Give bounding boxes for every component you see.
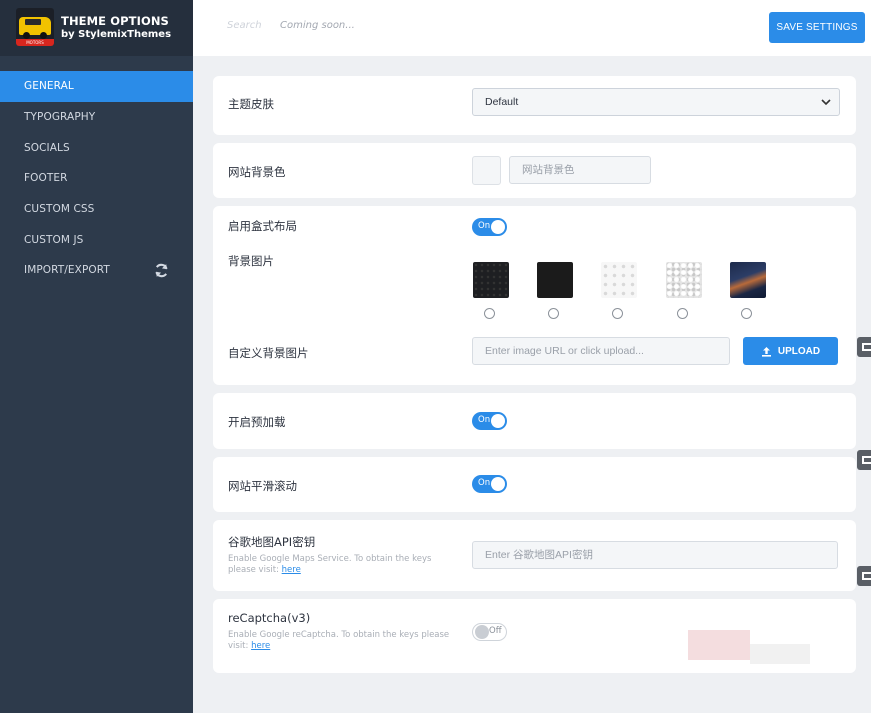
setting-label: reCaptcha(v3) [228, 611, 311, 625]
setting-smooth-scroll-card: 网站平滑滚动 On [213, 457, 856, 512]
sidebar-item-typography[interactable]: TYPOGRAPHY [0, 102, 193, 133]
brand-header: MOTORS THEME OPTIONS by StylemixThemes [0, 0, 193, 56]
sidebar-item-label: SOCIALS [24, 141, 70, 154]
toggle-text: On [478, 478, 491, 488]
setting-preloader-card: 开启预加载 On [213, 393, 856, 449]
setting-help: Enable Google Maps Service. To obtain th… [228, 554, 458, 576]
top-bar: Search Coming soon... SAVE SETTINGS [193, 0, 871, 56]
recaptcha-toggle[interactable]: Off [472, 623, 507, 641]
setting-label: 网站平滑滚动 [228, 479, 297, 493]
setting-label: 网站背景色 [228, 165, 286, 179]
setting-help: Enable Google reCaptcha. To obtain the k… [228, 630, 458, 652]
bg-pattern-1[interactable] [473, 262, 509, 298]
sidebar-item-label: GENERAL [24, 80, 74, 93]
setting-label: 自定义背景图片 [228, 346, 309, 360]
sidebar-item-custom-js[interactable]: CUSTOM JS [0, 224, 193, 255]
chevron-down-icon [821, 99, 831, 106]
toggle-text: On [478, 221, 491, 231]
setting-label: 谷歌地图API密钥 [228, 535, 316, 549]
toggle-text: On [478, 415, 491, 425]
color-swatch[interactable] [472, 156, 501, 185]
sidebar: MOTORS THEME OPTIONS by StylemixThemes G… [0, 0, 193, 713]
help-link[interactable]: here [282, 565, 301, 575]
brand-logo: MOTORS [16, 8, 54, 46]
sidebar-nav: GENERAL TYPOGRAPHY SOCIALS FOOTER CUSTOM… [0, 71, 193, 286]
edge-tab-2[interactable] [857, 450, 871, 470]
skin-select-value: Default [485, 96, 519, 108]
sidebar-item-label: CUSTOM JS [24, 233, 84, 246]
bg-pattern-radio-5[interactable] [741, 308, 752, 319]
upload-icon [761, 346, 771, 357]
bg-pattern-radio-3[interactable] [612, 308, 623, 319]
blurred-region [688, 630, 750, 660]
bg-pattern-radio-1[interactable] [484, 308, 495, 319]
setting-bg-color-card: 网站背景色 网站背景色 [213, 143, 856, 198]
search-label: Search [227, 20, 262, 31]
setting-label: 主题皮肤 [228, 97, 274, 111]
logo-strip: MOTORS [16, 39, 54, 46]
bg-pattern-4[interactable] [666, 262, 702, 298]
sidebar-item-label: FOOTER [24, 172, 68, 185]
setting-label: 启用盒式布局 [228, 219, 297, 233]
setting-label: 开启预加载 [228, 415, 286, 429]
help-link[interactable]: here [251, 641, 270, 651]
bg-pattern-radio-2[interactable] [548, 308, 559, 319]
brand-title: THEME OPTIONS [61, 14, 169, 28]
sidebar-item-label: CUSTOM CSS [24, 203, 95, 216]
bg-pattern-radio-4[interactable] [677, 308, 688, 319]
bg-color-input[interactable]: 网站背景色 [509, 156, 651, 184]
upload-label: UPLOAD [777, 345, 821, 357]
status-text: Coming soon... [280, 20, 355, 31]
sidebar-item-footer[interactable]: FOOTER [0, 163, 193, 194]
sidebar-item-label: TYPOGRAPHY [24, 111, 96, 124]
sidebar-item-label: IMPORT/EXPORT [24, 264, 110, 277]
setting-gmap-card: 谷歌地图API密钥 Enable Google Maps Service. To… [213, 520, 856, 591]
gmap-api-key-input[interactable]: Enter 谷歌地图API密钥 [472, 541, 838, 569]
sidebar-item-import-export[interactable]: IMPORT/EXPORT [0, 255, 193, 286]
blurred-region [750, 644, 810, 664]
save-settings-button[interactable]: SAVE SETTINGS [769, 12, 865, 43]
brand-subtitle: by StylemixThemes [61, 29, 172, 40]
sidebar-item-general[interactable]: GENERAL [0, 71, 193, 102]
preloader-toggle[interactable]: On [472, 412, 507, 430]
bg-pattern-2[interactable] [537, 262, 573, 298]
custom-bg-url-input[interactable]: Enter image URL or click upload... [472, 337, 730, 365]
skin-select[interactable]: Default [472, 88, 840, 116]
edge-tab-1[interactable] [857, 337, 871, 357]
boxed-toggle[interactable]: On [472, 218, 507, 236]
setting-skin-card: 主题皮肤 Default [213, 76, 856, 135]
setting-label: 背景图片 [228, 254, 274, 268]
edge-tab-3[interactable] [857, 566, 871, 586]
refresh-icon [155, 263, 168, 278]
sidebar-item-socials[interactable]: SOCIALS [0, 132, 193, 163]
upload-button[interactable]: UPLOAD [743, 337, 838, 365]
toggle-text: Off [489, 626, 502, 636]
help-text: Enable Google Maps Service. To obtain th… [228, 554, 432, 575]
bg-pattern-5[interactable] [730, 262, 766, 298]
bg-pattern-3[interactable] [601, 262, 637, 298]
sidebar-item-custom-css[interactable]: CUSTOM CSS [0, 194, 193, 225]
smooth-scroll-toggle[interactable]: On [472, 475, 507, 493]
